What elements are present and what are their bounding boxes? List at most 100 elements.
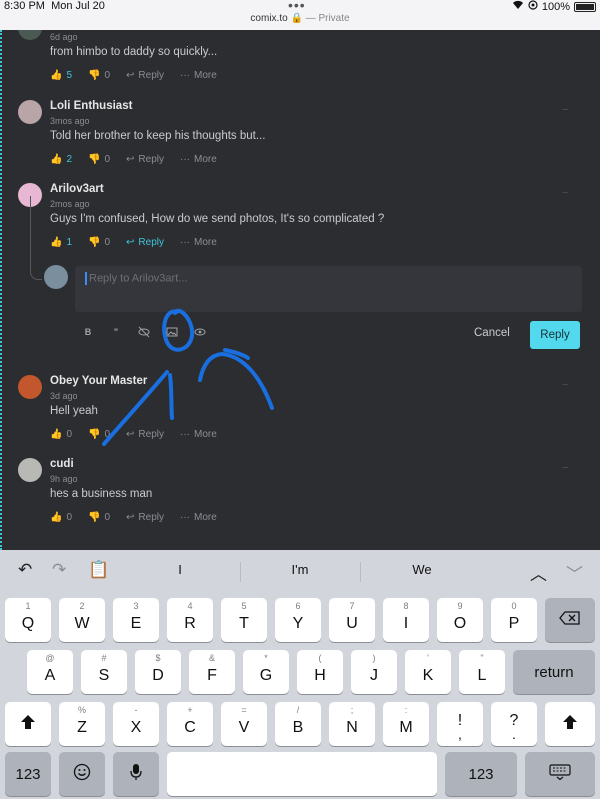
quote-button[interactable]: ” bbox=[110, 326, 122, 338]
image-icon[interactable] bbox=[166, 326, 178, 338]
suggestion-3[interactable]: We bbox=[362, 562, 482, 577]
comment-username[interactable]: Loli Enthusiast bbox=[50, 100, 132, 112]
comment-menu[interactable]: – bbox=[562, 187, 568, 198]
comment-menu[interactable]: – bbox=[562, 462, 568, 473]
numbers-key[interactable]: 123 bbox=[5, 752, 51, 796]
key-p[interactable]: 0P bbox=[491, 598, 537, 642]
hide-keyboard-key[interactable] bbox=[525, 752, 595, 796]
backspace-key[interactable] bbox=[545, 598, 595, 642]
more-button[interactable]: ··· More bbox=[180, 70, 217, 81]
status-bar: 8:30 PM Mon Jul 20 ••• comix.to 🔒 — Priv… bbox=[0, 0, 600, 30]
bold-button[interactable]: B bbox=[82, 326, 94, 338]
comment-username[interactable]: Arilov3art bbox=[50, 183, 104, 195]
reply-button[interactable]: ↩ Reply bbox=[126, 70, 164, 81]
reply-button[interactable]: ↩ Reply bbox=[126, 429, 164, 440]
key-n[interactable]: ; N bbox=[329, 702, 375, 746]
reply-button[interactable]: ↩ Reply bbox=[126, 154, 164, 165]
address-bar[interactable]: comix.to 🔒 — Private bbox=[0, 13, 600, 24]
key-exclamation[interactable]: !, bbox=[437, 702, 483, 746]
comment-username[interactable]: cudi bbox=[50, 458, 74, 470]
key-l[interactable]: " L bbox=[459, 650, 505, 694]
reply-input[interactable]: Reply to Arilov3art... bbox=[75, 266, 582, 312]
key-y[interactable]: 6Y bbox=[275, 598, 321, 642]
downvote-button[interactable]: 👎 0 bbox=[88, 429, 110, 440]
comment-text: from himbo to daddy so quickly... bbox=[50, 46, 218, 58]
key-v[interactable]: = V bbox=[221, 702, 267, 746]
downvote-button[interactable]: 👎 0 bbox=[88, 70, 110, 81]
upvote-button[interactable]: 👍 2 bbox=[50, 154, 72, 165]
key-u[interactable]: 7U bbox=[329, 598, 375, 642]
shift-key[interactable] bbox=[5, 702, 51, 746]
numbers-key-right[interactable]: 123 bbox=[445, 752, 517, 796]
more-button[interactable]: ··· More bbox=[180, 512, 217, 523]
avatar[interactable] bbox=[18, 30, 42, 40]
thumbs-up-icon: 👍 bbox=[50, 429, 63, 440]
chevron-up-icon[interactable]: ︿ bbox=[530, 560, 547, 585]
space-key[interactable] bbox=[167, 752, 437, 796]
chevron-down-icon[interactable]: ﹀ bbox=[566, 560, 583, 585]
undo-icon[interactable]: ↶ bbox=[18, 560, 32, 580]
reply-button[interactable]: ↩ Reply bbox=[126, 237, 164, 248]
key-t[interactable]: 5T bbox=[221, 598, 267, 642]
more-button[interactable]: ··· More bbox=[180, 154, 217, 165]
key-b[interactable]: / B bbox=[275, 702, 321, 746]
paste-icon[interactable]: 📋 bbox=[88, 560, 109, 580]
key-e[interactable]: 3E bbox=[113, 598, 159, 642]
comment-text: hes a business man bbox=[50, 488, 153, 500]
eye-icon[interactable] bbox=[194, 326, 206, 338]
comment-menu[interactable]: – bbox=[562, 104, 568, 115]
suggestion-2[interactable]: I'm bbox=[240, 562, 360, 577]
key-w[interactable]: 2W bbox=[59, 598, 105, 642]
key-s[interactable]: # S bbox=[81, 650, 127, 694]
cancel-button[interactable]: Cancel bbox=[474, 327, 510, 339]
upvote-button[interactable]: 👍 5 bbox=[50, 70, 72, 81]
status-time: 8:30 PM Mon Jul 20 bbox=[4, 0, 105, 12]
thumbs-up-icon: 👍 bbox=[50, 154, 63, 165]
key-k[interactable]: ' K bbox=[405, 650, 451, 694]
downvote-button[interactable]: 👎 0 bbox=[88, 237, 110, 248]
key-x[interactable]: -X bbox=[113, 702, 159, 746]
key-o[interactable]: 9O bbox=[437, 598, 483, 642]
suggestion-1[interactable]: I bbox=[120, 562, 240, 577]
downvote-button[interactable]: 👎 0 bbox=[88, 154, 110, 165]
avatar[interactable] bbox=[18, 458, 42, 482]
tab-dots-icon[interactable]: ••• bbox=[288, 0, 306, 13]
key-z[interactable]: % Z bbox=[59, 702, 105, 746]
onscreen-keyboard: ↶ ↷ 📋 I I'm We ︿ ﹀ 1Q 2W 3E 4R 5T 6Y 7U … bbox=[0, 550, 600, 799]
emoji-key[interactable] bbox=[59, 752, 105, 796]
reply-submit-button[interactable]: Reply bbox=[530, 321, 580, 349]
comments-section: 6d ago from himbo to daddy so quickly...… bbox=[0, 30, 600, 550]
key-d[interactable]: $ D bbox=[135, 650, 181, 694]
spoiler-icon[interactable] bbox=[138, 326, 150, 338]
return-key[interactable]: return bbox=[513, 650, 595, 694]
reply-button[interactable]: ↩ Reply bbox=[126, 512, 164, 523]
comment-actions: 👍 0 👎 0 ↩ Reply ··· More bbox=[50, 429, 217, 440]
upvote-button[interactable]: 👍 1 bbox=[50, 237, 72, 248]
upvote-button[interactable]: 👍 0 bbox=[50, 429, 72, 440]
upvote-button[interactable]: 👍 0 bbox=[50, 512, 72, 523]
key-c[interactable]: + C bbox=[167, 702, 213, 746]
redo-icon[interactable]: ↷ bbox=[52, 560, 66, 580]
downvote-button[interactable]: 👎 0 bbox=[88, 512, 110, 523]
key-q[interactable]: 1Q bbox=[5, 598, 51, 642]
key-h[interactable]: (H bbox=[297, 650, 343, 694]
emoji-icon bbox=[73, 763, 91, 786]
avatar[interactable] bbox=[18, 100, 42, 124]
key-j[interactable]: ) J bbox=[351, 650, 397, 694]
comment-username[interactable]: Obey Your Master bbox=[50, 375, 147, 387]
comment-menu[interactable]: – bbox=[562, 379, 568, 390]
comment-actions: 👍 5 👎 0 ↩ Reply ··· More bbox=[50, 70, 217, 81]
reply-arrow-icon: ↩ bbox=[126, 429, 135, 440]
shift-key-right[interactable] bbox=[545, 702, 595, 746]
key-question[interactable]: ?. bbox=[491, 702, 537, 746]
key-g[interactable]: * G bbox=[243, 650, 289, 694]
more-button[interactable]: ··· More bbox=[180, 237, 217, 248]
key-f[interactable]: & F bbox=[189, 650, 235, 694]
key-m[interactable]: :M bbox=[383, 702, 429, 746]
key-i[interactable]: 8I bbox=[383, 598, 429, 642]
key-r[interactable]: 4R bbox=[167, 598, 213, 642]
more-button[interactable]: ··· More bbox=[180, 429, 217, 440]
key-a[interactable]: @ A bbox=[27, 650, 73, 694]
avatar[interactable] bbox=[18, 375, 42, 399]
dictation-key[interactable] bbox=[113, 752, 159, 796]
